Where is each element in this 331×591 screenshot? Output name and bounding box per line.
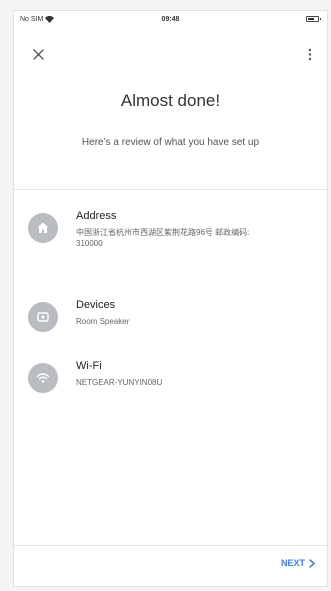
- devices-icon-circle: [28, 302, 58, 332]
- next-label: NEXT: [280, 558, 305, 568]
- phone-screen: No SIM 09:48 Almost done! Here’s a revie…: [13, 10, 328, 587]
- wifi-value: NETGEAR-YUNYIN08U: [76, 378, 163, 387]
- home-icon: [37, 222, 49, 233]
- more-vert-icon: [308, 48, 312, 60]
- close-icon: [32, 48, 44, 60]
- address-value: 中国浙江省杭州市西湖区紫荆花路96号 邮政编码: 310000: [76, 228, 250, 248]
- page-title: Almost done!: [120, 91, 221, 110]
- wifi-title: Wi-Fi: [76, 360, 102, 372]
- more-options-button[interactable]: [305, 46, 315, 62]
- devices-value: Room Speaker: [76, 317, 130, 326]
- wifi-icon-circle: [28, 363, 58, 393]
- list-item-wifi[interactable]: Wi-Fi NETGEAR-YUNYIN08U: [14, 359, 327, 419]
- devices-title: Devices: [76, 299, 116, 311]
- list-item-devices[interactable]: Devices Room Speaker: [14, 298, 327, 358]
- wifi-icon: [36, 373, 50, 383]
- address-icon-circle: [28, 213, 58, 243]
- chevron-right-icon: [309, 558, 315, 568]
- close-button[interactable]: [30, 46, 46, 62]
- divider: [14, 189, 327, 190]
- next-button[interactable]: NEXT: [281, 558, 315, 568]
- list-item-address[interactable]: Address 中国浙江省杭州市西湖区紫荆花路96号 邮政编码: 310000: [14, 209, 327, 269]
- address-title: Address: [76, 210, 117, 222]
- page-subtitle: Here’s a review of what you have set up: [81, 137, 260, 148]
- status-bar: No SIM 09:48: [14, 11, 327, 31]
- divider: [14, 545, 327, 546]
- battery-icon: [306, 16, 321, 22]
- status-time: 09:48: [161, 16, 180, 23]
- speaker-icon: [37, 312, 49, 322]
